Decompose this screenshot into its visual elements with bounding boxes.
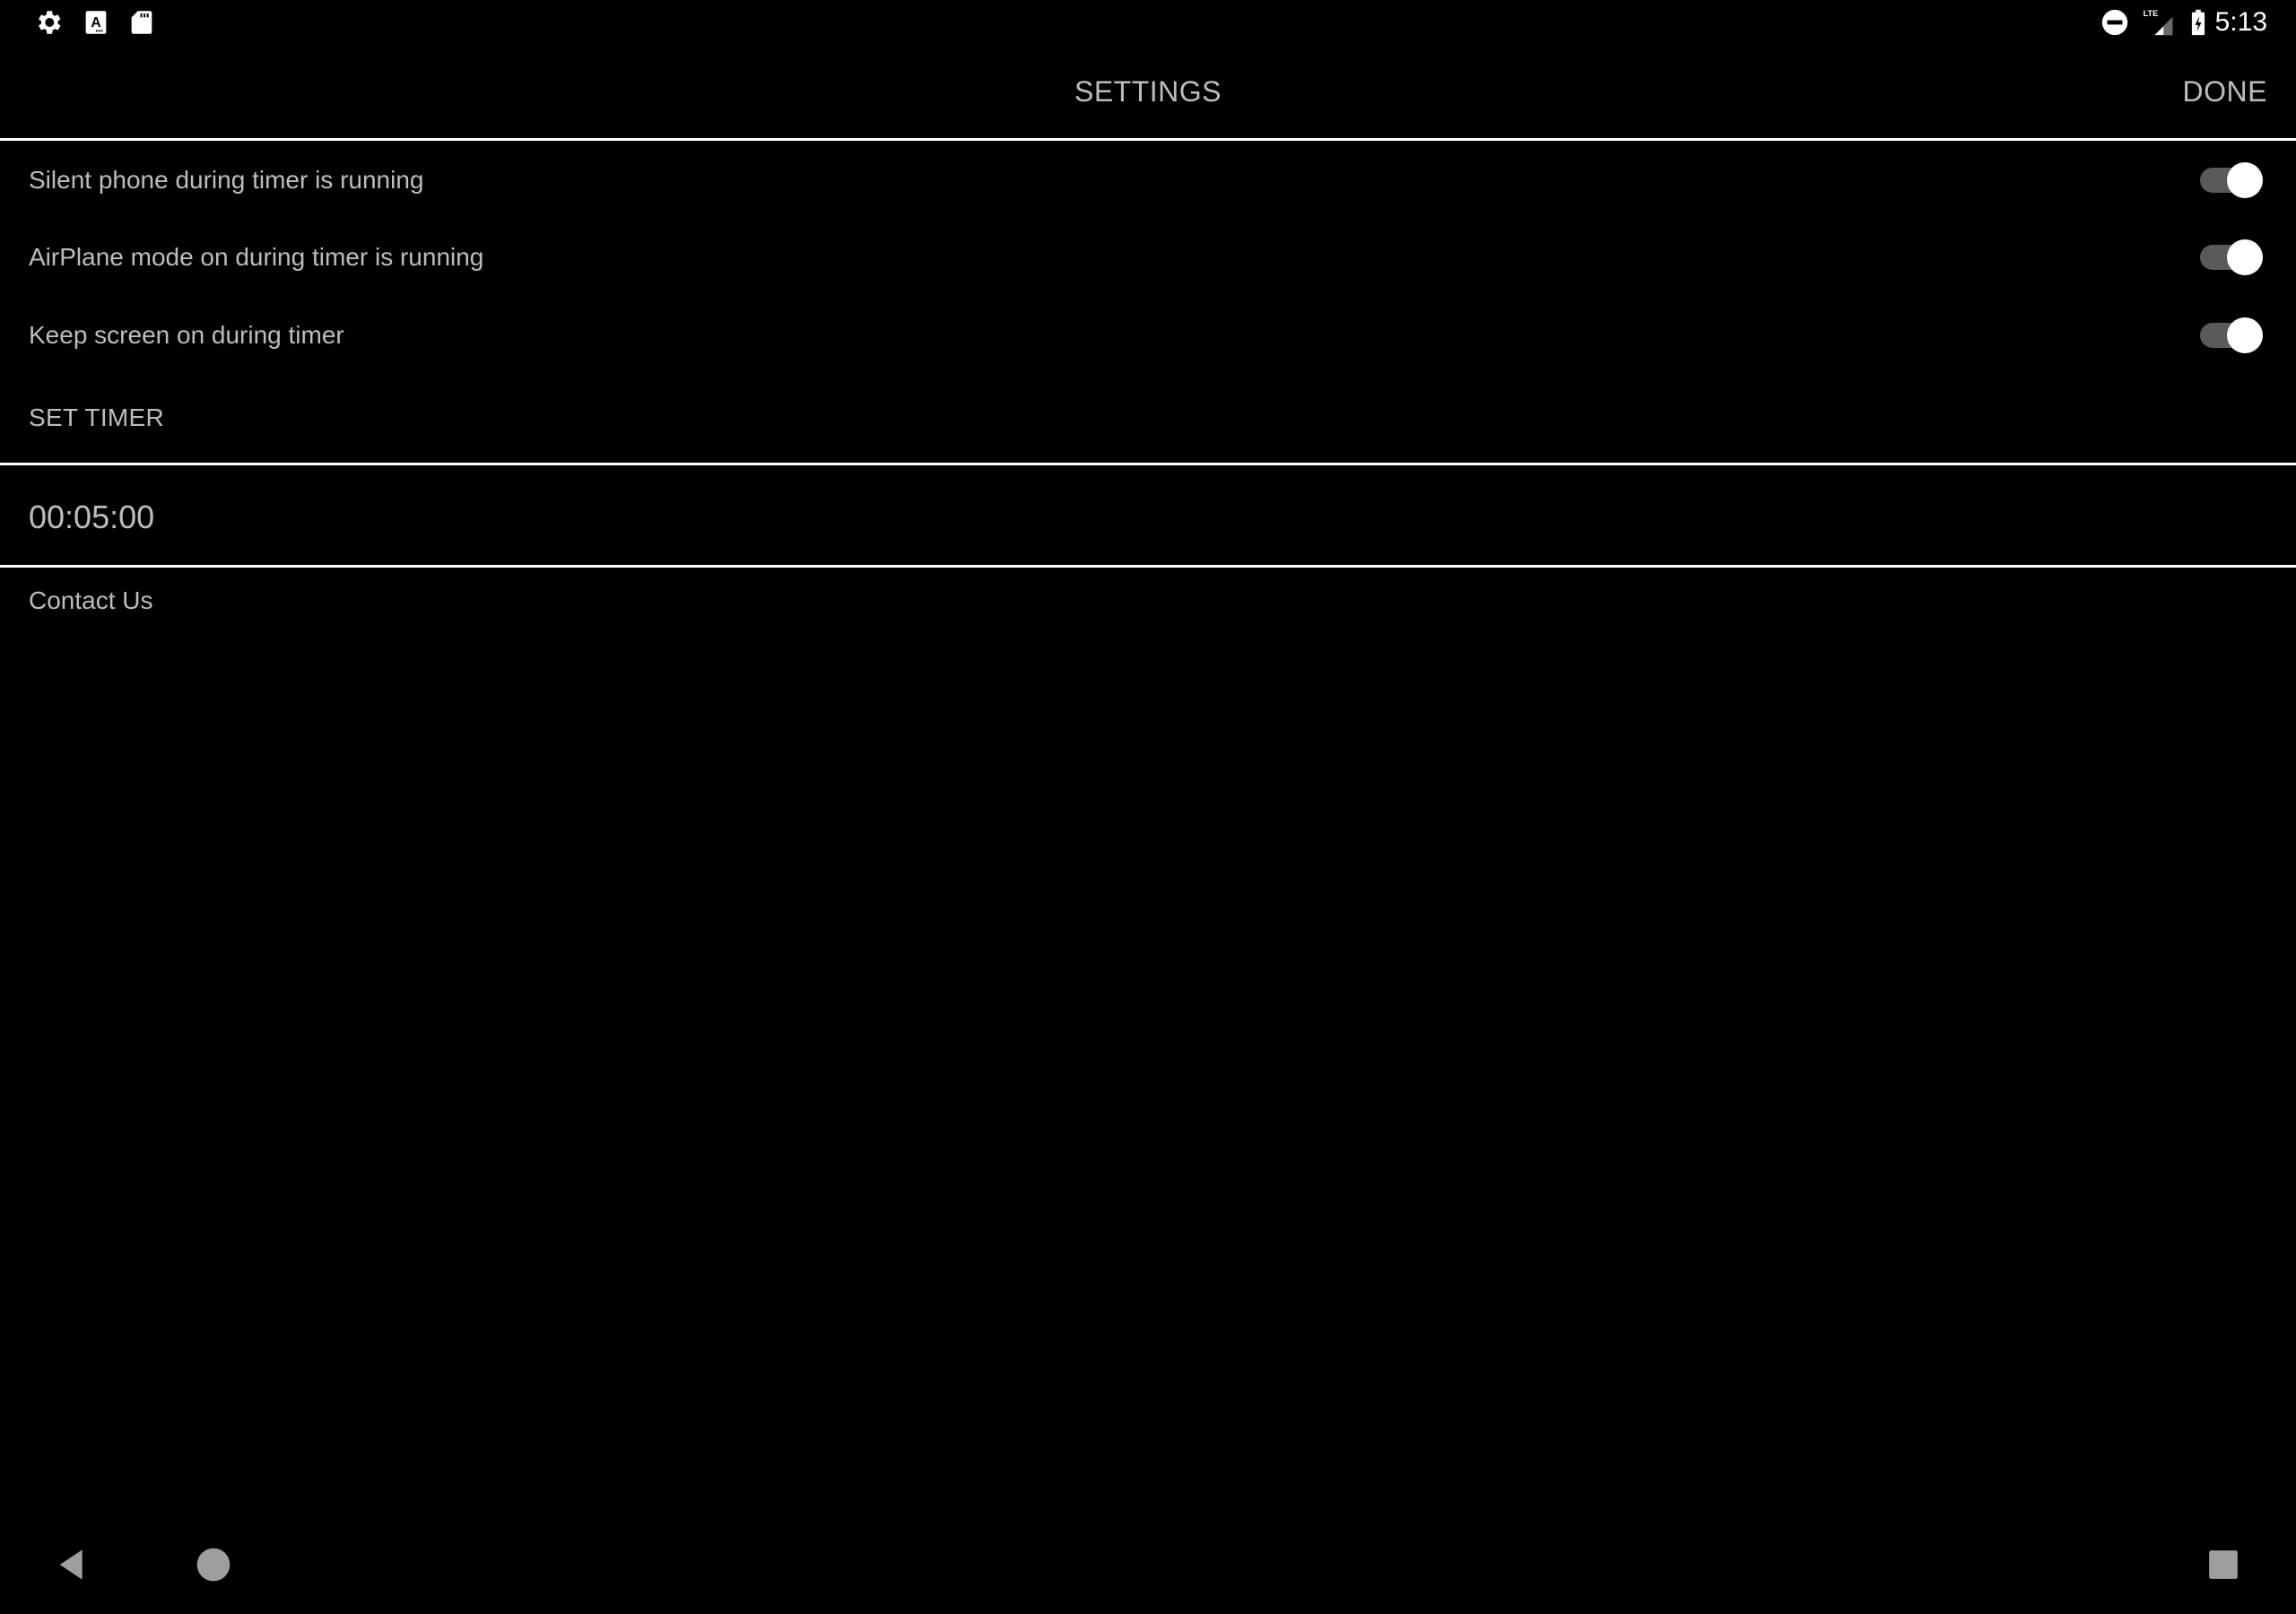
set-timer-heading: SET TIMER — [29, 404, 165, 431]
clock: 5:13 — [2214, 7, 2267, 37]
home-icon[interactable] — [196, 1547, 231, 1583]
keep-screen-on-toggle[interactable] — [2200, 317, 2263, 353]
status-bar: A LTE 5:13 — [0, 0, 2296, 45]
timer-divider-top — [0, 463, 2296, 465]
gear-icon — [39, 11, 61, 34]
network-type-label: LTE — [2144, 9, 2159, 18]
font-a-icon: A — [85, 11, 107, 34]
setting-label: Silent phone during timer is running — [29, 166, 424, 194]
setting-label: AirPlane mode on during timer is running — [29, 243, 484, 271]
timer-value[interactable]: 00:05:00 — [29, 499, 154, 536]
back-icon[interactable] — [54, 1547, 90, 1583]
header: SETTINGS DONE — [0, 45, 2296, 138]
contact-us-link[interactable]: Contact Us — [29, 586, 153, 615]
timer-divider-bottom — [0, 565, 2296, 568]
page-title: SETTINGS — [1074, 75, 1222, 108]
toggle-thumb — [2227, 317, 2263, 353]
setting-row-keep-screen-on[interactable]: Keep screen on during timer — [0, 297, 2296, 374]
header-divider — [0, 138, 2296, 141]
setting-row-silent-phone[interactable]: Silent phone during timer is running — [0, 142, 2296, 219]
recents-icon[interactable] — [2206, 1548, 2240, 1582]
setting-row-airplane-mode[interactable]: AirPlane mode on during timer is running — [0, 219, 2296, 296]
sd-card-icon — [131, 11, 152, 34]
toggle-thumb — [2227, 162, 2263, 198]
lte-signal-icon: LTE — [2144, 9, 2173, 36]
svg-text:A: A — [91, 15, 100, 30]
navigation-bar — [0, 1524, 2296, 1614]
toggle-thumb — [2227, 239, 2263, 275]
airplane-mode-toggle[interactable] — [2200, 239, 2263, 275]
setting-label: Keep screen on during timer — [29, 321, 344, 349]
battery-charging-icon — [2191, 9, 2205, 36]
do-not-disturb-icon — [2101, 9, 2128, 36]
silent-phone-toggle[interactable] — [2200, 162, 2263, 198]
done-button[interactable]: DONE — [2183, 75, 2267, 108]
